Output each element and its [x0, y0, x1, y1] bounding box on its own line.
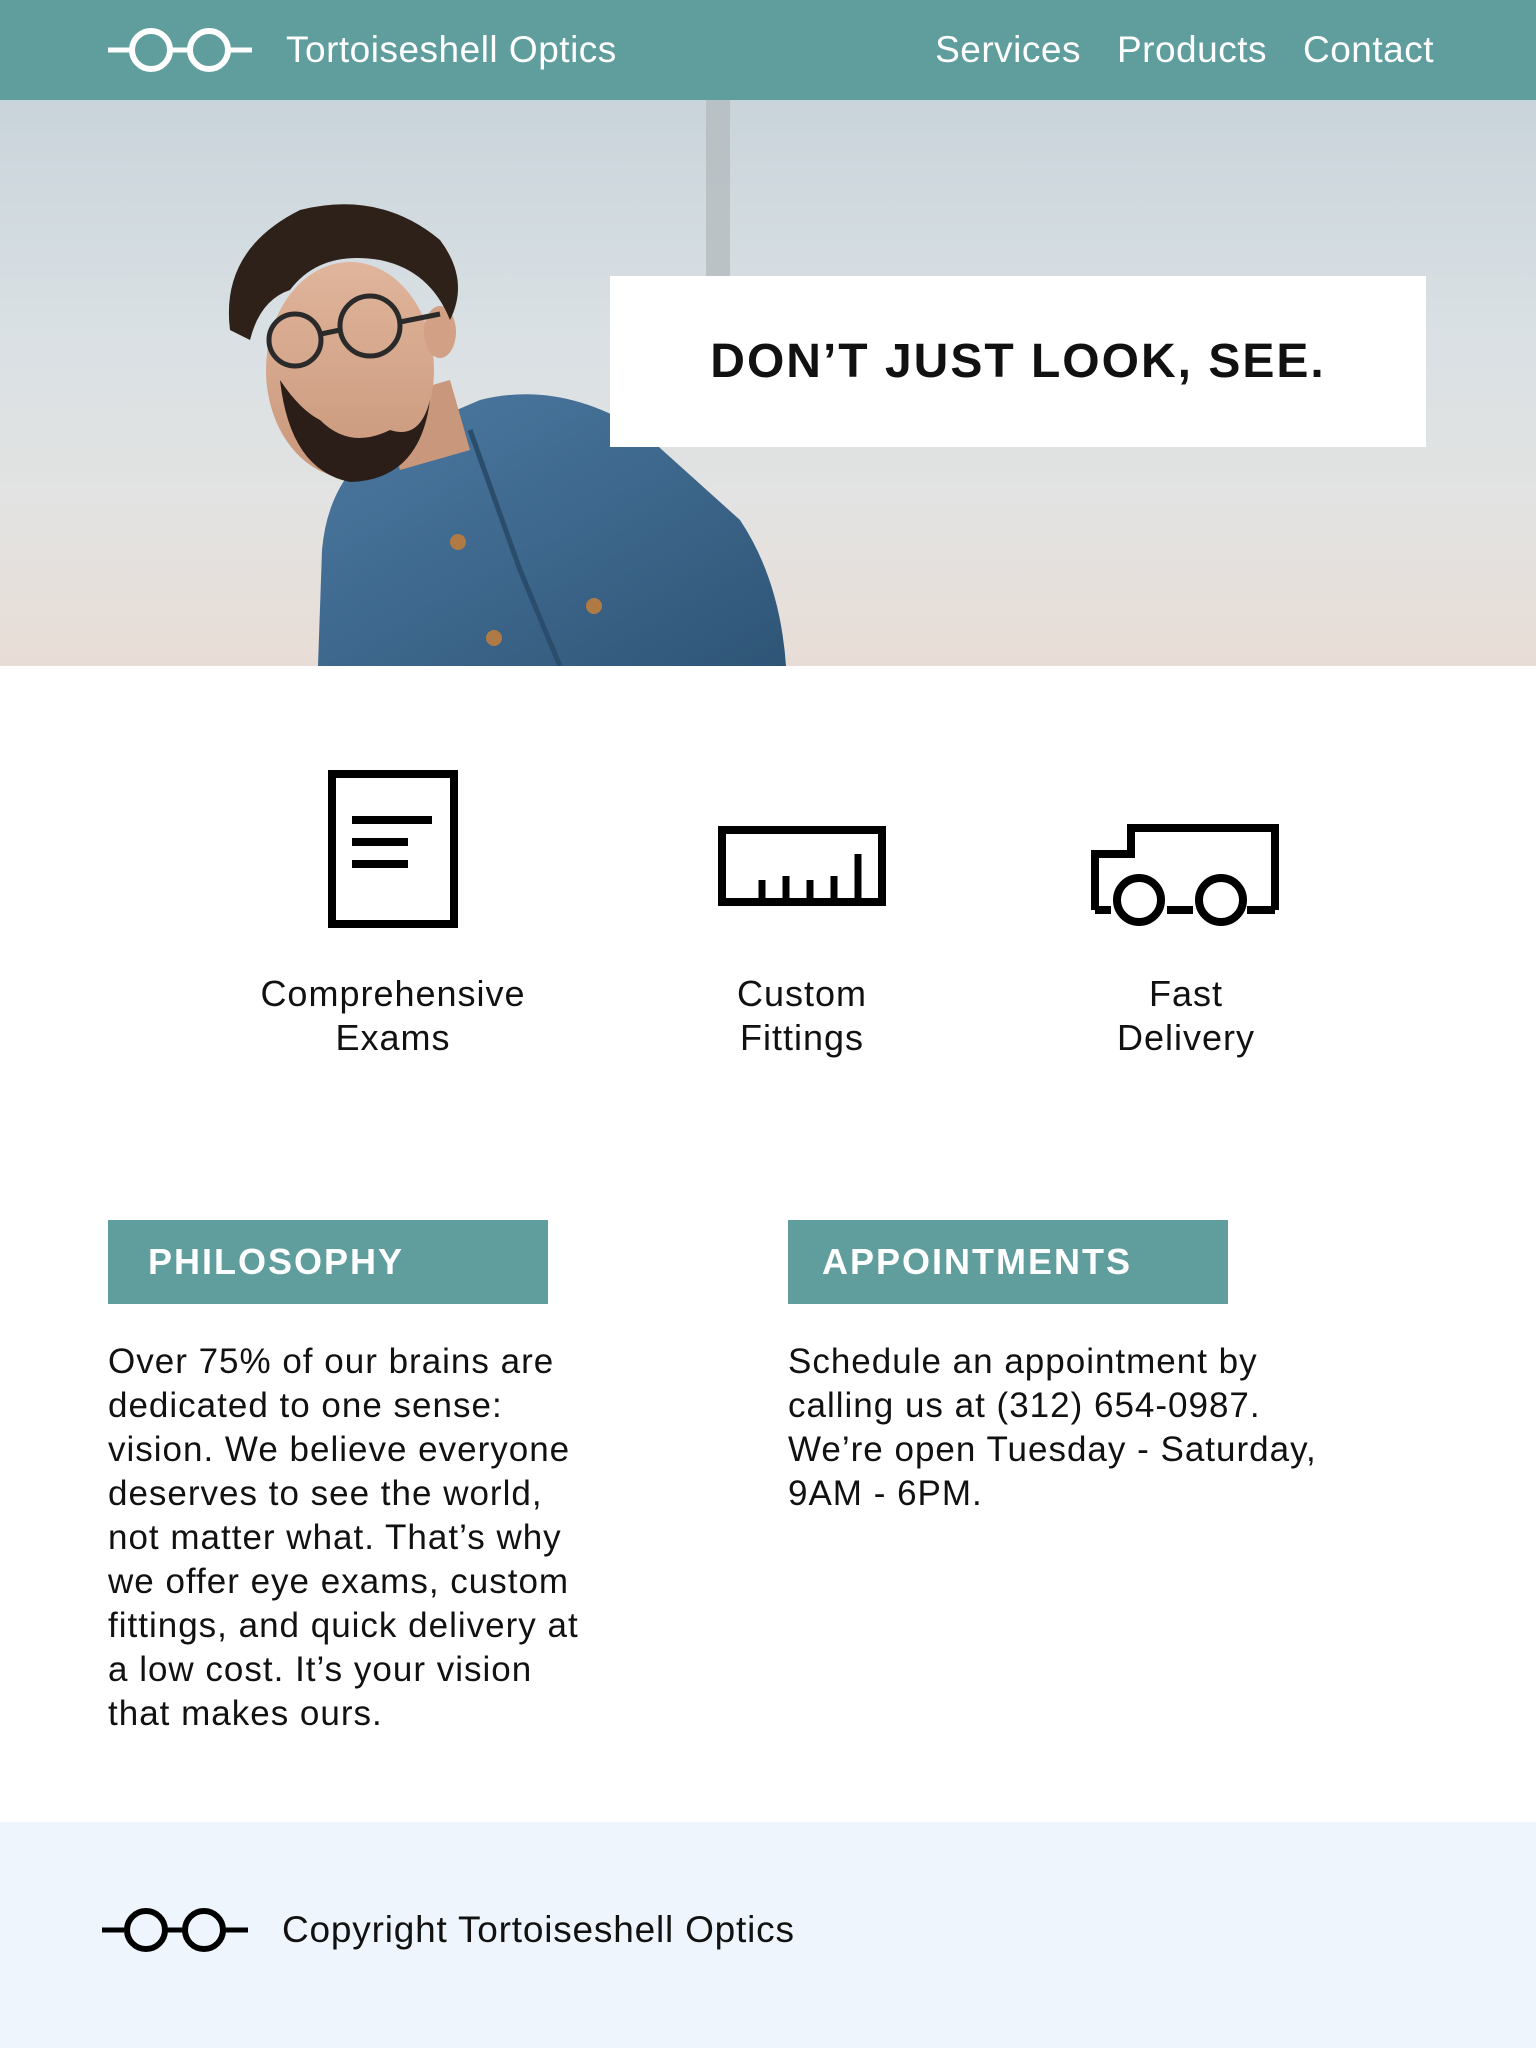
feature-label: Comprehensive Exams — [233, 972, 553, 1060]
site-footer: Copyright Tortoiseshell Optics — [0, 1822, 1536, 2048]
text-line: that makes ours. — [108, 1694, 383, 1733]
appointments-heading: APPOINTMENTS — [788, 1220, 1228, 1304]
hero-tagline: DON’T JUST LOOK, SEE. — [710, 335, 1326, 388]
nav-services[interactable]: Services — [935, 29, 1081, 71]
text-line: deserves to see the world, — [108, 1474, 543, 1513]
text-line: a low cost. It’s your vision — [108, 1650, 533, 1689]
hero-banner: DON’T JUST LOOK, SEE. — [0, 100, 1536, 666]
feature-label-line: Comprehensive — [260, 973, 526, 1014]
site-header: Tortoiseshell Optics Services Products C… — [0, 0, 1536, 100]
text-line: 9AM - 6PM. — [788, 1474, 983, 1513]
text-line: we offer eye exams, custom — [108, 1562, 570, 1601]
feature-fast-delivery: Fast Delivery — [1026, 770, 1346, 1060]
nav-contact[interactable]: Contact — [1303, 29, 1434, 71]
text-line: We’re open Tuesday - Saturday, — [788, 1430, 1317, 1469]
glasses-icon — [108, 28, 252, 72]
feature-custom-fittings: Custom Fittings — [642, 770, 962, 1060]
truck-icon — [1091, 824, 1279, 926]
hero-tagline-box: DON’T JUST LOOK, SEE. — [610, 276, 1426, 447]
text-line: Schedule an appointment by — [788, 1342, 1258, 1381]
brand-link[interactable]: Tortoiseshell Optics — [108, 24, 617, 76]
text-line: dedicated to one sense: — [108, 1386, 503, 1425]
text-line: calling us at (312) 654-0987. — [788, 1386, 1261, 1425]
feature-comprehensive-exams: Comprehensive Exams — [233, 770, 553, 1060]
philosophy-heading: PHILOSOPHY — [108, 1220, 548, 1304]
text-line: not matter what. That’s why — [108, 1518, 562, 1557]
glasses-icon — [102, 1908, 248, 1952]
text-line: Over 75% of our brains are — [108, 1342, 555, 1381]
feature-label: Custom Fittings — [642, 972, 962, 1060]
feature-label-line: Fittings — [739, 1017, 865, 1058]
philosophy-section: PHILOSOPHY Over 75% of our brains are de… — [108, 1220, 628, 1736]
feature-label-line: Fast — [1148, 973, 1223, 1014]
main-nav: Services Products Contact — [935, 24, 1434, 76]
text-line: fittings, and quick delivery at — [108, 1606, 579, 1645]
document-icon — [328, 770, 458, 928]
nav-products[interactable]: Products — [1117, 29, 1267, 71]
copyright-text: Copyright Tortoiseshell Optics — [282, 1909, 795, 1950]
philosophy-text: Over 75% of our brains are dedicated to … — [108, 1340, 628, 1736]
feature-label: Fast Delivery — [1026, 972, 1346, 1060]
text-line: vision. We believe everyone — [108, 1430, 571, 1469]
footer-brand: Copyright Tortoiseshell Optics — [102, 1902, 795, 1958]
feature-label-line: Exams — [335, 1017, 451, 1058]
feature-label-line: Delivery — [1116, 1017, 1256, 1058]
feature-label-line: Custom — [736, 973, 868, 1014]
ruler-icon — [718, 826, 886, 906]
brand-name: Tortoiseshell Optics — [286, 29, 617, 70]
appointments-section: APPOINTMENTS Schedule an appointment by … — [788, 1220, 1388, 1516]
appointments-text: Schedule an appointment by calling us at… — [788, 1340, 1388, 1516]
